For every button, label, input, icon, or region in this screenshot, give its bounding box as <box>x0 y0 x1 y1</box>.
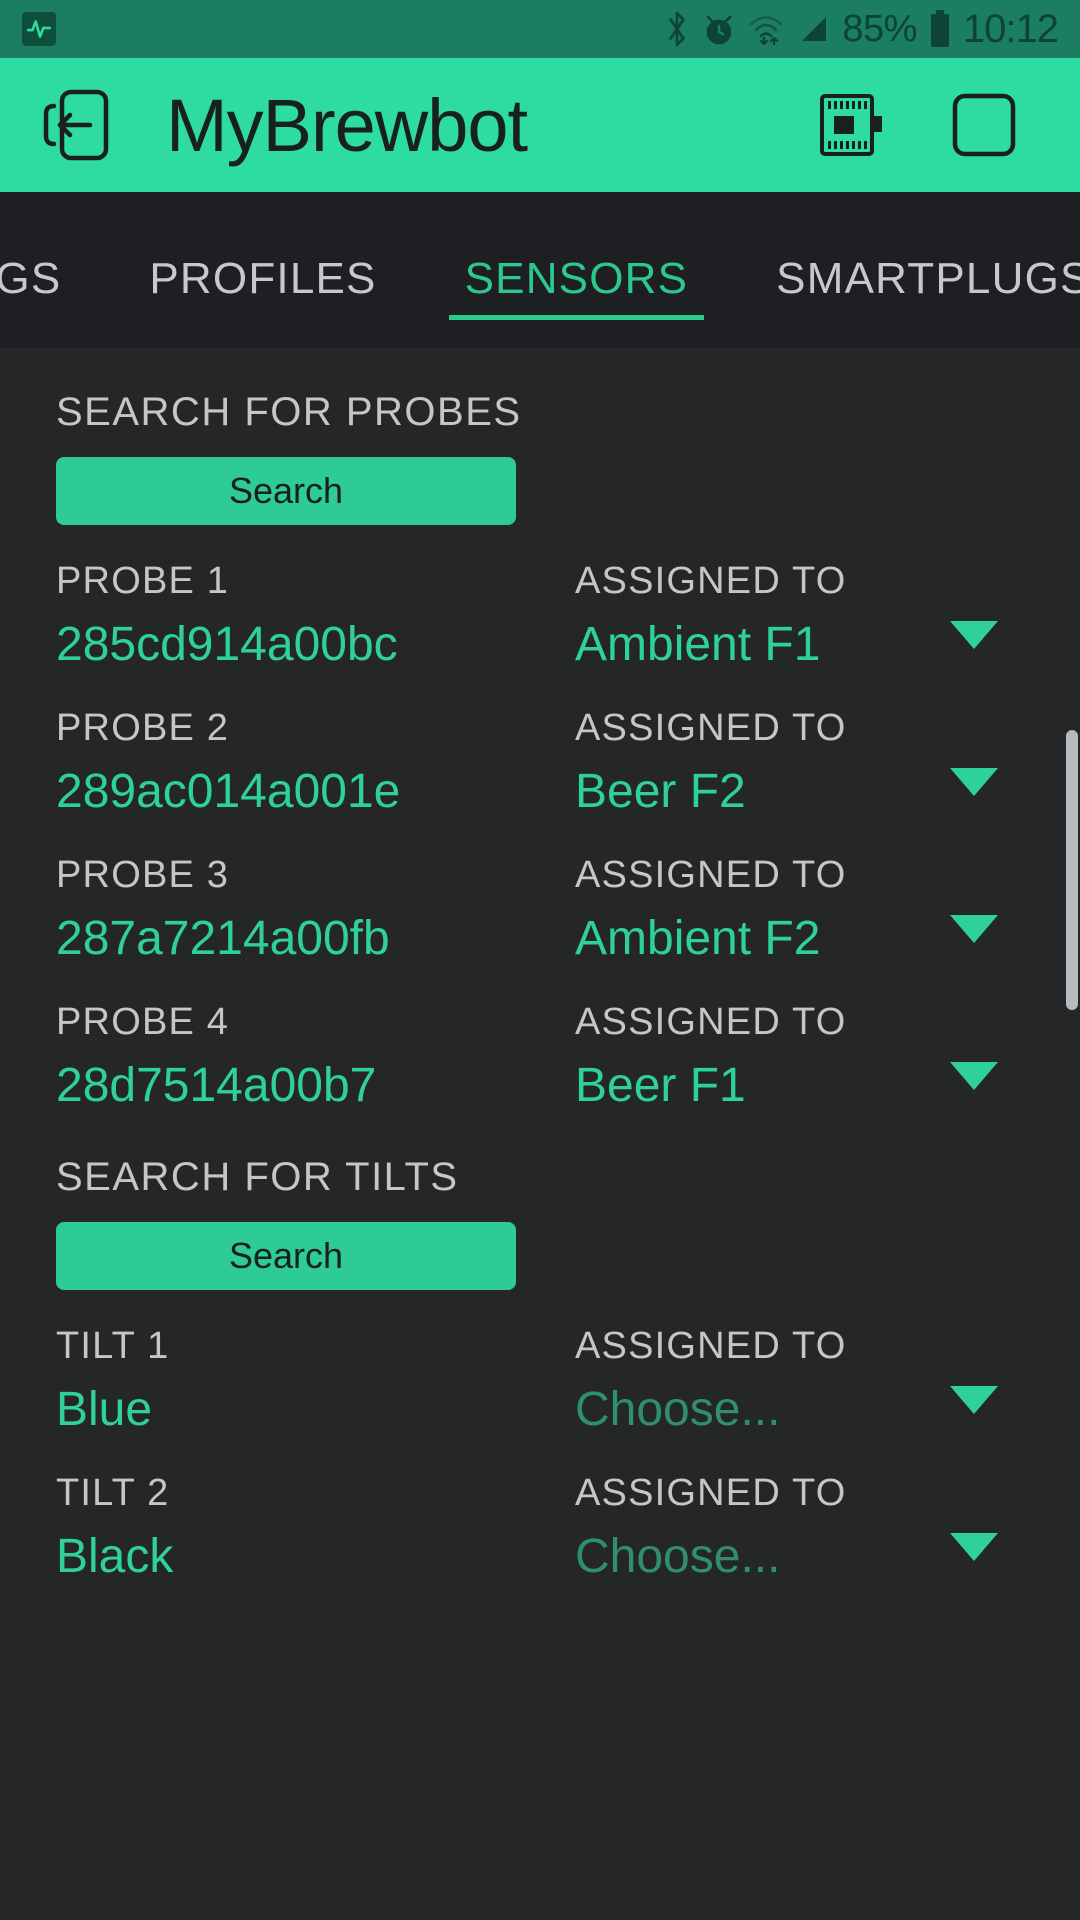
assigned-to-label: ASSIGNED TO <box>575 1324 847 1367</box>
back-exit-icon[interactable] <box>40 86 114 164</box>
status-clock: 10:12 <box>962 6 1059 51</box>
tab-settings[interactable]: INGS <box>0 254 105 348</box>
probe-row-3: PROBE 3 287a7214a00fb ASSIGNED TO Ambien… <box>0 819 1080 966</box>
activity-monitor-icon <box>22 12 56 46</box>
probe-4-assignment[interactable]: ASSIGNED TO Beer F1 <box>535 1000 1080 1113</box>
tilt-1-info: TILT 1 Blue <box>0 1324 535 1437</box>
probe-1-id: 285cd914a00bc <box>56 617 398 671</box>
chevron-down-icon[interactable] <box>950 914 998 943</box>
tilt-1-color: Blue <box>56 1382 153 1436</box>
chip-device-icon[interactable] <box>814 90 888 160</box>
tilt-1-assigned-value: Choose... <box>575 1382 781 1436</box>
probe-3-label: PROBE 3 <box>56 853 230 896</box>
bluetooth-icon <box>664 10 690 48</box>
tab-smartplugs[interactable]: SMARTPLUGS <box>732 254 1080 348</box>
tilt-2-info: TILT 2 Black <box>0 1471 535 1584</box>
probe-3-info: PROBE 3 287a7214a00fb <box>0 853 535 966</box>
assigned-to-label: ASSIGNED TO <box>575 853 847 896</box>
assigned-to-label: ASSIGNED TO <box>575 1471 847 1514</box>
page-title: MyBrewbot <box>166 83 528 167</box>
probe-2-label: PROBE 2 <box>56 706 230 749</box>
tilt-2-color: Black <box>56 1529 174 1583</box>
search-probes-button[interactable]: Search <box>56 457 516 525</box>
app-bar: MyBrewbot <box>0 58 1080 192</box>
status-bar: 85% 10:12 <box>0 0 1080 58</box>
square-outline-icon[interactable] <box>950 91 1018 159</box>
scrollbar[interactable] <box>1066 348 1080 1920</box>
chevron-down-icon[interactable] <box>950 1532 998 1561</box>
probe-3-assigned-value: Ambient F2 <box>575 911 821 965</box>
probe-row-2: PROBE 2 289ac014a001e ASSIGNED TO Beer F… <box>0 672 1080 819</box>
probe-1-assignment[interactable]: ASSIGNED TO Ambient F1 <box>535 560 1080 672</box>
assigned-to-label: ASSIGNED TO <box>575 1000 847 1043</box>
assigned-to-label: ASSIGNED TO <box>575 560 847 602</box>
battery-percent: 85% <box>842 7 917 50</box>
chevron-down-icon[interactable] <box>950 767 998 796</box>
status-bar-right: 85% 10:12 <box>664 6 1059 52</box>
probe-row-1: PROBE 1 285cd914a00bc ASSIGNED TO Ambien… <box>0 525 1080 672</box>
tilt-row-2: TILT 2 Black ASSIGNED TO Choose... <box>0 1437 1080 1584</box>
tilt-2-label: TILT 2 <box>56 1471 170 1514</box>
tab-bar: INGS PROFILES SENSORS SMARTPLUGS <box>0 192 1080 348</box>
battery-icon <box>929 9 951 49</box>
search-for-probes-heading: SEARCH FOR PROBES <box>56 390 522 434</box>
probe-4-assigned-value: Beer F1 <box>575 1058 746 1112</box>
scrollbar-thumb[interactable] <box>1066 730 1078 1010</box>
chevron-down-icon[interactable] <box>950 1385 998 1414</box>
tab-profiles[interactable]: PROFILES <box>105 254 420 348</box>
tilt-2-assigned-value: Choose... <box>575 1529 781 1583</box>
app-bar-actions <box>814 90 1040 160</box>
probe-2-assignment[interactable]: ASSIGNED TO Beer F2 <box>535 706 1080 819</box>
probe-1-assigned-value: Ambient F1 <box>575 617 821 671</box>
probe-4-label: PROBE 4 <box>56 1000 230 1043</box>
sensors-panel: SEARCH FOR PROBES Search PROBE 1 285cd91… <box>0 348 1080 1920</box>
tab-sensors[interactable]: SENSORS <box>421 254 733 348</box>
probe-3-assignment[interactable]: ASSIGNED TO Ambient F2 <box>535 853 1080 966</box>
assigned-to-label: ASSIGNED TO <box>575 706 847 749</box>
chevron-down-icon[interactable] <box>950 621 998 649</box>
probe-2-id: 289ac014a001e <box>56 764 401 818</box>
wifi-icon <box>748 13 786 45</box>
probe-1-label: PROBE 1 <box>56 560 230 602</box>
status-bar-left <box>22 12 56 46</box>
probe-4-info: PROBE 4 28d7514a00b7 <box>0 1000 535 1113</box>
tilt-1-assignment[interactable]: ASSIGNED TO Choose... <box>535 1324 1080 1437</box>
probe-3-id: 287a7214a00fb <box>56 911 390 965</box>
signal-icon <box>798 13 830 45</box>
search-tilts-button[interactable]: Search <box>56 1221 516 1290</box>
alarm-icon <box>702 11 736 47</box>
probe-2-assigned-value: Beer F2 <box>575 764 746 818</box>
tilt-2-assignment[interactable]: ASSIGNED TO Choose... <box>535 1471 1080 1584</box>
probe-1-info: PROBE 1 285cd914a00bc <box>0 560 535 672</box>
search-for-tilts-heading: SEARCH FOR TILTS <box>56 1154 459 1199</box>
tilt-row-1: TILT 1 Blue ASSIGNED TO Choose... <box>0 1290 1080 1437</box>
chevron-down-icon[interactable] <box>950 1061 998 1090</box>
probe-2-info: PROBE 2 289ac014a001e <box>0 706 535 819</box>
tab-strip: INGS PROFILES SENSORS SMARTPLUGS <box>0 192 1080 348</box>
probe-row-4: PROBE 4 28d7514a00b7 ASSIGNED TO Beer F1 <box>0 966 1080 1113</box>
probe-4-id: 28d7514a00b7 <box>56 1058 377 1112</box>
tilt-1-label: TILT 1 <box>56 1324 170 1367</box>
